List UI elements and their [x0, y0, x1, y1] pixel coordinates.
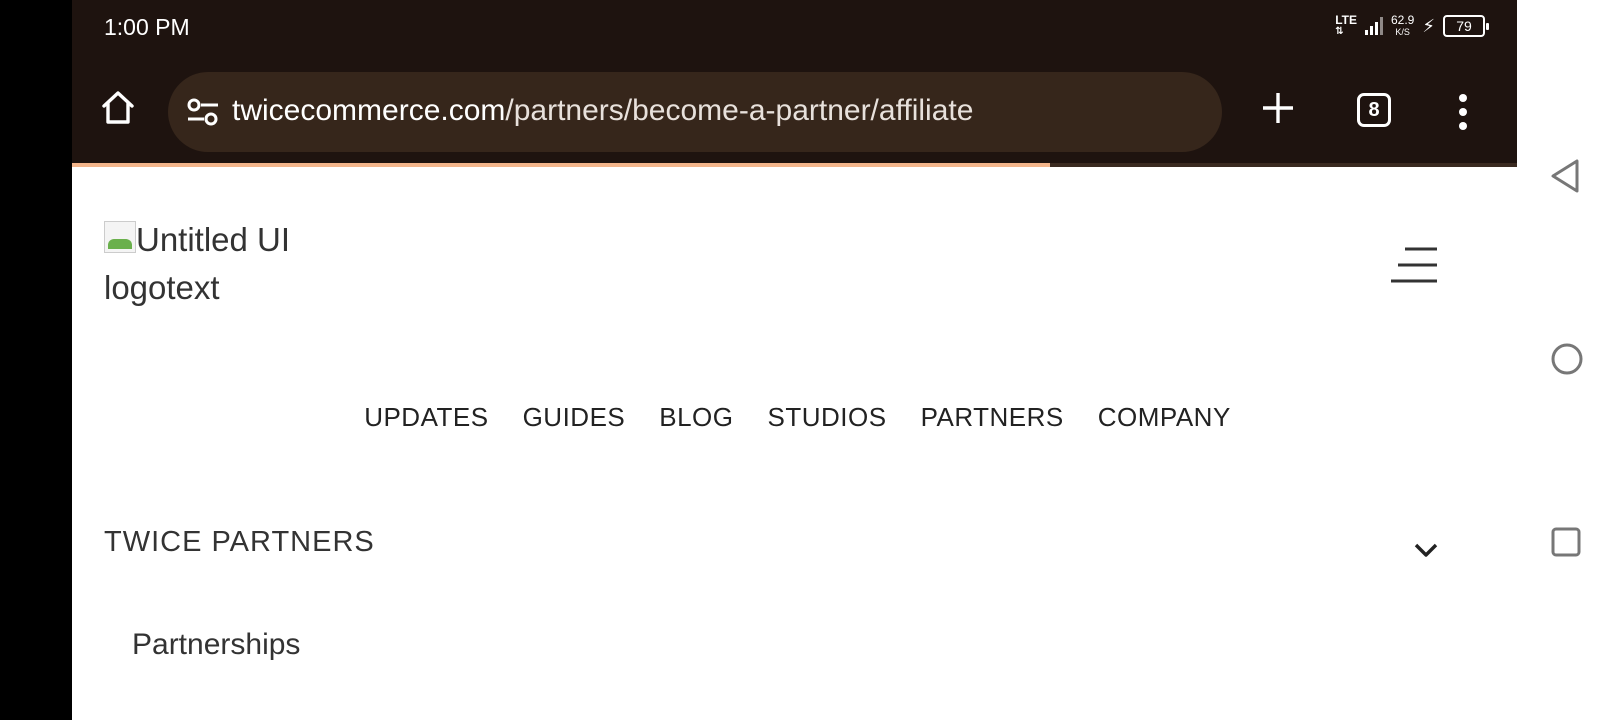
nav-partners[interactable]: PARTNERS: [921, 402, 1064, 433]
left-black-bar: [0, 0, 72, 720]
network-speed: 62.9 K/S: [1391, 14, 1414, 38]
status-time: 1:00 PM: [104, 14, 190, 40]
url-path: /partners/become-a-partner/affiliate: [505, 94, 974, 127]
network-indicator: LTE ⇅: [1335, 14, 1357, 38]
status-icons: LTE ⇅ 62.9 K/S ⚡ 79: [1335, 14, 1489, 38]
progress-fill: [72, 163, 1051, 167]
speed-unit: K/S: [1395, 27, 1410, 37]
chevron-down-icon[interactable]: [1412, 540, 1440, 560]
plus-icon[interactable]: [1260, 90, 1296, 126]
nav-blog[interactable]: BLOG: [659, 402, 733, 433]
network-type: LTE: [1335, 13, 1357, 27]
data-arrows-icon: ⇅: [1335, 26, 1344, 37]
url-host: twicecommerce.com: [232, 94, 506, 127]
site-logo[interactable]: Untitled UI logotext: [104, 216, 324, 312]
tab-switcher-button[interactable]: 8: [1357, 93, 1391, 127]
back-icon[interactable]: [1550, 158, 1580, 194]
hamburger-icon[interactable]: [1388, 246, 1438, 286]
broken-image-icon: [104, 221, 136, 253]
battery-indicator: 79: [1443, 15, 1489, 37]
speed-value: 62.9: [1391, 13, 1415, 27]
phone-screen: 1:00 PM LTE ⇅ 62.9 K/S ⚡ 79 twicecommerc…: [72, 0, 1517, 720]
home-icon[interactable]: [98, 88, 138, 128]
page-load-progress: [72, 163, 1517, 167]
more-vert-icon[interactable]: [1454, 94, 1472, 130]
sub-item-partnerships[interactable]: Partnerships: [132, 628, 300, 662]
site-settings-icon[interactable]: [186, 96, 220, 128]
system-nav-bar: [1517, 0, 1612, 720]
nav-guides[interactable]: GUIDES: [523, 402, 626, 433]
web-page: Untitled UI logotext UPDATES GUIDES BLOG…: [72, 170, 1517, 720]
nav-company[interactable]: COMPANY: [1098, 402, 1231, 433]
charging-icon: ⚡: [1422, 15, 1435, 36]
browser-chrome: 1:00 PM LTE ⇅ 62.9 K/S ⚡ 79 twicecommerc…: [72, 0, 1517, 167]
main-nav: UPDATES GUIDES BLOG STUDIOS PARTNERS COM…: [72, 402, 1517, 433]
address-bar[interactable]: twicecommerce.com/partners/become-a-part…: [168, 72, 1222, 152]
home-circle-icon[interactable]: [1550, 342, 1584, 376]
url-text[interactable]: twicecommerce.com/partners/become-a-part…: [232, 94, 973, 128]
section-title[interactable]: TWICE PARTNERS: [104, 526, 375, 559]
recents-icon[interactable]: [1550, 526, 1582, 558]
nav-updates[interactable]: UPDATES: [364, 402, 488, 433]
nav-studios[interactable]: STUDIOS: [768, 402, 887, 433]
signal-icon: [1365, 17, 1383, 35]
